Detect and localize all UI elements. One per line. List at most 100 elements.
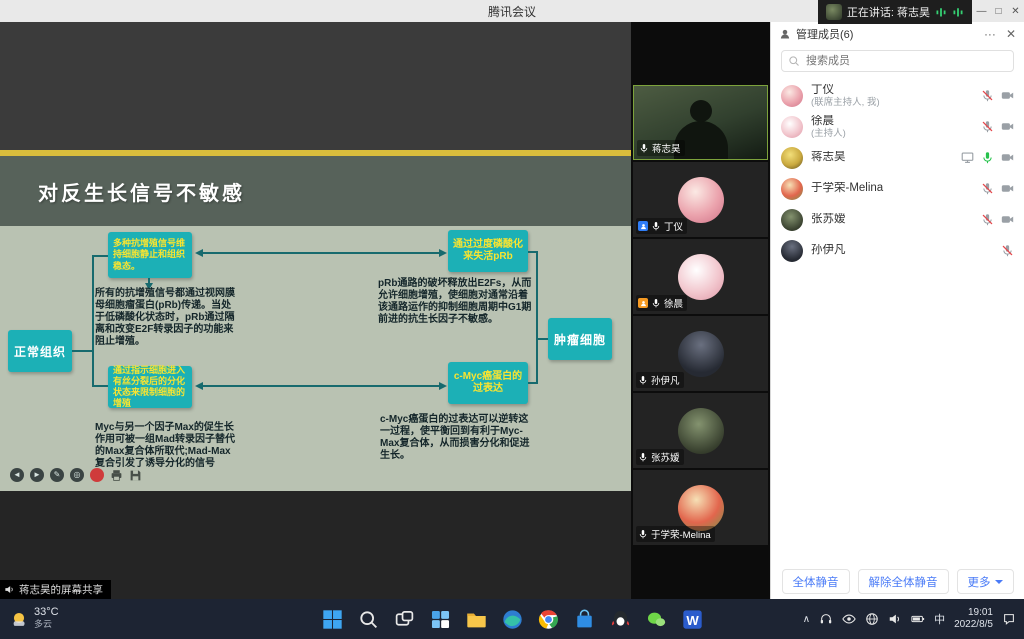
screen-share-label-text: 蒋志昊的屏幕共享 bbox=[19, 582, 103, 597]
camera-icon[interactable] bbox=[1001, 89, 1014, 102]
tray-time: 19:01 bbox=[954, 607, 993, 619]
member-row-zhangsuai[interactable]: 张苏嫒 bbox=[771, 204, 1024, 235]
more-button[interactable]: 更多 bbox=[957, 569, 1014, 594]
avatar bbox=[678, 485, 724, 531]
speaking-toast: 正在讲话: 蒋志昊 bbox=[818, 0, 972, 24]
member-name: 蒋志昊 bbox=[811, 151, 953, 164]
weather-icon bbox=[10, 609, 28, 627]
wechat-button[interactable] bbox=[644, 607, 668, 631]
arrow-double-bottom-icon bbox=[202, 385, 440, 387]
unmute-all-button[interactable]: 解除全体静音 bbox=[858, 569, 949, 594]
store-button[interactable] bbox=[572, 607, 596, 631]
host-badge-icon bbox=[638, 298, 648, 308]
tile-name-label: 张苏嫒 bbox=[636, 449, 684, 465]
arrow-down-icon bbox=[148, 278, 150, 284]
connector-left-top bbox=[92, 255, 108, 257]
minimize-button[interactable]: — bbox=[973, 0, 990, 22]
headset-icon[interactable] bbox=[819, 612, 833, 626]
battery-icon[interactable] bbox=[911, 612, 925, 626]
file-explorer-button[interactable] bbox=[464, 607, 488, 631]
mic-muted-icon[interactable] bbox=[981, 182, 994, 195]
eye-icon[interactable] bbox=[842, 612, 856, 626]
member-row-yuxuerong[interactable]: 于学荣-Melina bbox=[771, 173, 1024, 204]
weather-widget[interactable]: 33°C 多云 bbox=[10, 606, 59, 630]
member-search bbox=[781, 50, 1014, 72]
caret-down-icon bbox=[995, 580, 1003, 584]
prev-tool-button[interactable]: ◄ bbox=[10, 468, 24, 482]
camera-icon[interactable] bbox=[1001, 182, 1014, 195]
member-name: 张苏嫒 bbox=[811, 213, 973, 226]
video-tile-xuchen[interactable]: 徐晨 bbox=[633, 239, 768, 314]
search-input[interactable] bbox=[781, 50, 1014, 72]
slide-title: 对反生长信号不敏感 bbox=[38, 177, 245, 206]
member-role: (主持人) bbox=[811, 128, 973, 139]
next-tool-button[interactable]: ► bbox=[30, 468, 44, 482]
taskbar-apps bbox=[320, 607, 704, 631]
video-tile-jiangzhihao[interactable]: 蒋志昊 bbox=[633, 85, 768, 160]
tile-name: 张苏嫒 bbox=[651, 450, 680, 464]
member-row-sunyifan[interactable]: 孙伊凡 bbox=[771, 235, 1024, 266]
mic-on-icon[interactable] bbox=[981, 151, 994, 164]
edge-button[interactable] bbox=[500, 607, 524, 631]
save-button[interactable] bbox=[129, 469, 142, 482]
close-button[interactable]: ✕ bbox=[1007, 0, 1024, 22]
screen-share-label: 蒋志昊的屏幕共享 bbox=[0, 580, 111, 599]
mic-icon bbox=[638, 375, 648, 385]
tray-expand-button[interactable]: ∧ bbox=[803, 614, 810, 625]
chrome-button[interactable] bbox=[536, 607, 560, 631]
video-tile-dingyi[interactable]: 丁仪 bbox=[633, 162, 768, 237]
app-title: 腾讯会议 bbox=[488, 3, 536, 20]
widgets-button[interactable] bbox=[428, 607, 452, 631]
mic-muted-icon[interactable] bbox=[981, 213, 994, 226]
network-icon[interactable] bbox=[865, 612, 879, 626]
clock[interactable]: 19:01 2022/8/5 bbox=[954, 607, 993, 631]
language-indicator[interactable]: 中 bbox=[934, 611, 945, 627]
laser-tool-button[interactable]: ◎ bbox=[70, 468, 84, 482]
qq-button[interactable] bbox=[608, 607, 632, 631]
connector-left-bottom bbox=[92, 385, 108, 387]
video-tile-zhangsuai[interactable]: 张苏嫒 bbox=[633, 393, 768, 468]
speaker-icon bbox=[4, 584, 15, 595]
window-controls: — □ ✕ bbox=[973, 0, 1024, 22]
mute-all-button[interactable]: 全体静音 bbox=[782, 569, 850, 594]
panel-menu-button[interactable]: ··· bbox=[984, 27, 996, 41]
task-view-button[interactable] bbox=[392, 607, 416, 631]
member-row-xuchen[interactable]: 徐晨 (主持人) bbox=[771, 111, 1024, 142]
tile-name-label: 徐晨 bbox=[636, 295, 687, 311]
member-row-jiangzhihao[interactable]: 蒋志昊 bbox=[771, 142, 1024, 173]
red-marker-tool-button[interactable] bbox=[90, 468, 104, 482]
panel-close-button[interactable]: ✕ bbox=[1006, 27, 1016, 41]
camera-icon[interactable] bbox=[1001, 120, 1014, 133]
mic-muted-icon[interactable] bbox=[981, 89, 994, 102]
notification-button[interactable] bbox=[1002, 612, 1016, 626]
system-tray: ∧ 中 19:01 2022/8/5 bbox=[803, 599, 1016, 639]
screen-share-icon[interactable] bbox=[961, 151, 974, 164]
avatar bbox=[678, 408, 724, 454]
mic-muted-icon[interactable] bbox=[1001, 244, 1014, 257]
camera-icon[interactable] bbox=[1001, 213, 1014, 226]
box-prb-phosphorylation: 通过过度磷酸化来失活pRb bbox=[448, 230, 528, 272]
video-tile-sunyifan[interactable]: 孙伊凡 bbox=[633, 316, 768, 391]
member-row-dingyi[interactable]: 丁仪 (联席主持人, 我) bbox=[771, 80, 1024, 111]
more-button-label: 更多 bbox=[968, 574, 991, 590]
video-tile-yuxuerong[interactable]: 于学荣-Melina bbox=[633, 470, 768, 545]
pen-tool-button[interactable]: ✎ bbox=[50, 468, 64, 482]
audio-wave-icon bbox=[952, 6, 964, 18]
print-button[interactable] bbox=[110, 469, 123, 482]
avatar bbox=[678, 177, 724, 223]
start-button[interactable] bbox=[320, 607, 344, 631]
member-name: 于学荣-Melina bbox=[811, 182, 973, 195]
mic-icon bbox=[638, 529, 648, 539]
avatar bbox=[781, 209, 803, 231]
tile-name-label: 蒋志昊 bbox=[637, 140, 685, 156]
members-panel-title: 管理成员(6) bbox=[796, 26, 853, 42]
member-list: 丁仪 (联席主持人, 我) 徐晨 (主持人) bbox=[771, 80, 1024, 266]
maximize-button[interactable]: □ bbox=[990, 0, 1007, 22]
members-icon bbox=[779, 28, 791, 40]
word-button[interactable] bbox=[680, 607, 704, 631]
taskbar-search-button[interactable] bbox=[356, 607, 380, 631]
mic-muted-icon[interactable] bbox=[981, 120, 994, 133]
volume-icon[interactable] bbox=[888, 612, 902, 626]
camera-icon[interactable] bbox=[1001, 151, 1014, 164]
members-panel-header: 管理成员(6) ··· ✕ bbox=[771, 22, 1024, 46]
